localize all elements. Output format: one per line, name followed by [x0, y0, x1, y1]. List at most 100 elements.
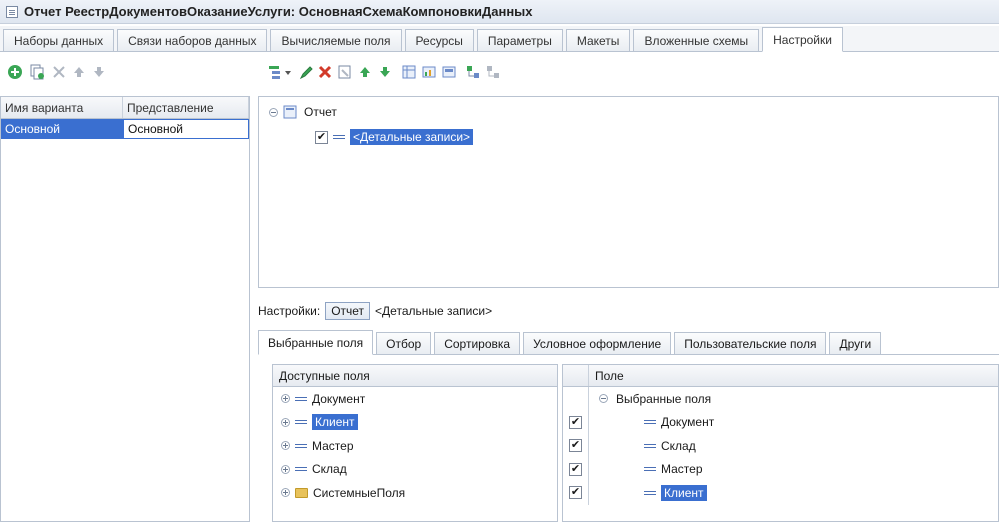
tree-node-label: Отчет [304, 105, 337, 119]
group-row: Выбранные поля [589, 392, 711, 406]
tab-filter[interactable]: Отбор [376, 332, 432, 354]
field-row: Склад [589, 439, 696, 453]
chart-settings-icon[interactable] [420, 63, 438, 81]
detail-records-link[interactable]: <Детальные записи> [375, 304, 492, 318]
expand-icon[interactable] [281, 441, 290, 451]
variants-header: Имя варианта Представление [1, 97, 249, 119]
checkbox-cell: ✔ [563, 434, 589, 458]
tree-node-report[interactable]: Отчет [269, 105, 337, 119]
expand-icon[interactable] [281, 417, 290, 427]
tab-datasets[interactable]: Наборы данных [3, 29, 115, 51]
title-bar: Отчет РеестрДокументовОказаниеУслуги: Ос… [0, 0, 999, 24]
list-item[interactable]: Клиент [273, 411, 557, 435]
list-item[interactable]: Склад [273, 458, 557, 482]
tab-sort[interactable]: Сортировка [434, 332, 521, 354]
main-tabs: Наборы данных Связи наборов данных Вычис… [0, 26, 999, 52]
expand-icon[interactable] [281, 464, 290, 474]
tab-dataset-links[interactable]: Связи наборов данных [117, 29, 268, 51]
tab-nested-schemas[interactable]: Вложенные схемы [633, 29, 760, 51]
field-row: Документ [589, 415, 714, 429]
tab-settings[interactable]: Настройки [762, 27, 843, 52]
checkbox[interactable]: ✔ [315, 130, 328, 144]
tab-conditional-formatting[interactable]: Условное оформление [523, 332, 672, 354]
tab-other[interactable]: Други [829, 332, 882, 354]
detail-records-icon [333, 135, 345, 139]
checkbox-cell: ✔ [563, 481, 589, 505]
checkbox-column [563, 365, 589, 386]
checkbox-cell [563, 387, 589, 411]
copy-icon[interactable] [28, 63, 46, 81]
table-row[interactable]: ✔ Документ [563, 410, 998, 434]
field-icon [644, 467, 656, 472]
list-item[interactable]: СистемныеПоля [273, 481, 557, 505]
selected-fields-panel: Поле Выбранные поля ✔ Документ ✔ Склад ✔… [562, 364, 999, 522]
field-label: Клиент [312, 414, 358, 431]
field-label: Мастер [661, 462, 703, 477]
settings-label: Настройки: [258, 304, 321, 318]
variant-name[interactable]: Основной [1, 119, 123, 139]
table-row[interactable]: ✔ Мастер [563, 457, 998, 481]
add-icon[interactable] [6, 63, 24, 81]
add-group-icon[interactable] [268, 63, 294, 81]
table-settings-icon[interactable] [400, 63, 418, 81]
variant-presentation[interactable]: Основной [123, 119, 249, 139]
collapse-icon[interactable] [269, 107, 278, 117]
checkbox[interactable]: ✔ [569, 462, 582, 476]
crosstab-icon[interactable] [440, 63, 458, 81]
ungroup-icon[interactable] [484, 63, 502, 81]
settings-tabs: Выбранные поля Отбор Сортировка Условное… [258, 330, 999, 355]
tree-node-details[interactable]: ✔ <Детальные записи> [315, 129, 474, 145]
field-label: СистемныеПоля [313, 485, 406, 500]
checkbox[interactable]: ✔ [569, 439, 582, 453]
tab-layouts[interactable]: Макеты [565, 29, 631, 51]
table-row[interactable]: ✔ Клиент [563, 481, 998, 505]
delete-row-icon[interactable] [316, 63, 334, 81]
field-icon [644, 420, 656, 425]
tab-selected-fields[interactable]: Выбранные поля [258, 330, 374, 355]
table-row[interactable]: ✔ Склад [563, 434, 998, 458]
table-row[interactable]: Выбранные поля [563, 387, 998, 411]
variants-table: Имя варианта Представление Основной Осно… [0, 96, 250, 522]
field-row: Клиент [589, 484, 707, 501]
field-icon [295, 443, 307, 448]
checkbox[interactable]: ✔ [569, 415, 582, 429]
delete-icon[interactable] [50, 63, 68, 81]
group-icon[interactable] [464, 63, 482, 81]
list-item[interactable]: Мастер [273, 434, 557, 458]
window-title: Отчет РеестрДокументовОказаниеУслуги: Ос… [24, 4, 533, 19]
field-label: Клиент [661, 484, 707, 501]
report-icon [283, 105, 297, 119]
field-column-header[interactable]: Поле [589, 369, 624, 383]
field-icon [295, 467, 307, 472]
edit-icon[interactable] [298, 63, 316, 81]
tab-resources[interactable]: Ресурсы [404, 29, 474, 51]
field-icon [295, 420, 307, 425]
column-header[interactable]: Имя варианта [1, 97, 123, 118]
tab-user-fields[interactable]: Пользовательские поля [674, 332, 827, 354]
column-header[interactable]: Представление [123, 97, 249, 118]
checkbox[interactable]: ✔ [569, 486, 582, 500]
group-label: Выбранные поля [616, 391, 712, 406]
collapse-icon[interactable] [599, 394, 608, 404]
move-down-icon[interactable] [376, 63, 394, 81]
field-row: Мастер [589, 462, 703, 476]
report-icon[interactable] [336, 63, 354, 81]
tab-parameters[interactable]: Параметры [476, 29, 563, 51]
field-label: Документ [312, 391, 366, 406]
table-row[interactable]: Основной Основной [1, 119, 249, 139]
expand-icon[interactable] [281, 488, 290, 498]
field-icon [644, 443, 656, 448]
selected-fields-header: Поле [563, 365, 998, 387]
field-label: Склад [312, 462, 347, 477]
structure-tree: Отчет ✔ <Детальные записи> [258, 96, 999, 288]
move-down-icon[interactable] [90, 63, 108, 81]
tab-calculated-fields[interactable]: Вычисляемые поля [270, 29, 402, 51]
field-icon [644, 490, 656, 495]
report-settings-button[interactable]: Отчет [325, 302, 371, 320]
list-item[interactable]: Документ [273, 387, 557, 411]
move-up-icon[interactable] [70, 63, 88, 81]
move-up-icon[interactable] [356, 63, 374, 81]
field-label: Документ [661, 415, 715, 430]
field-label: Склад [661, 438, 696, 453]
expand-icon[interactable] [281, 394, 290, 404]
